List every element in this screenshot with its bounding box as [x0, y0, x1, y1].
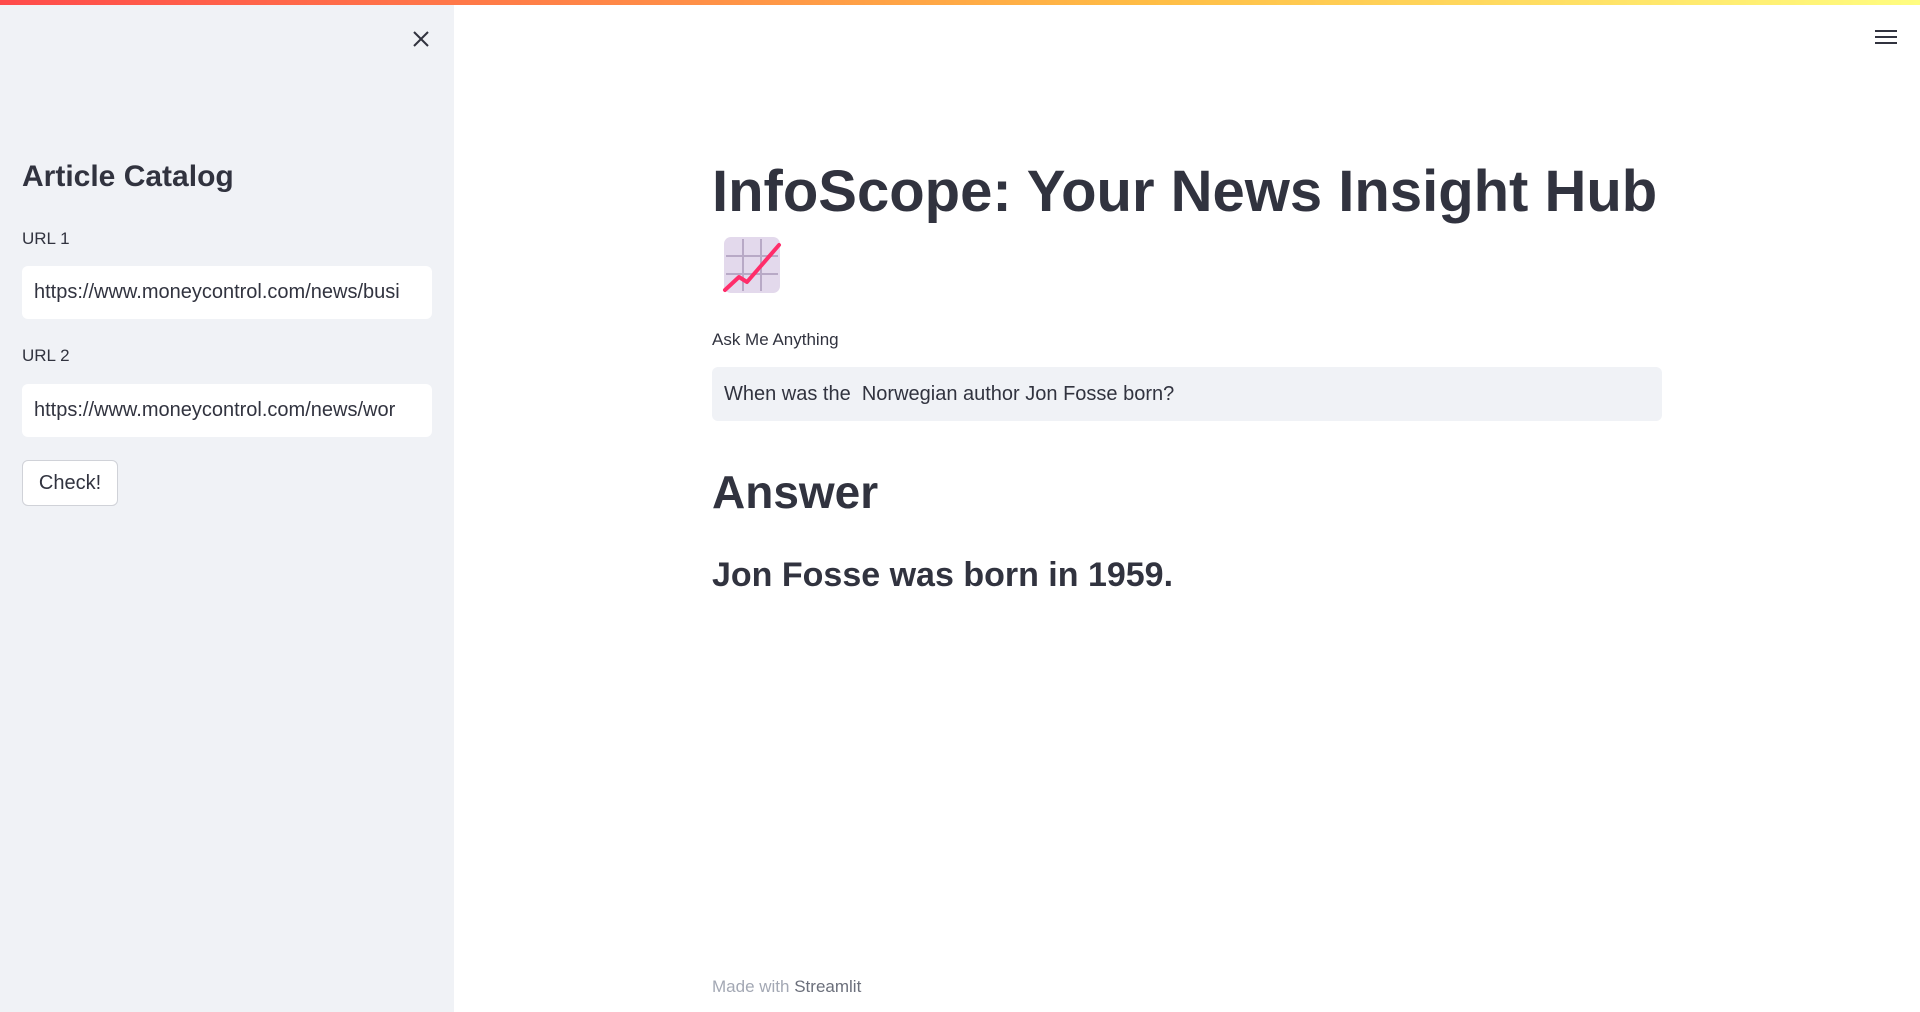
question-input[interactable]: When was the Norwegian author Jon Fosse … — [712, 367, 1662, 421]
footer-prefix: Made with — [712, 977, 790, 996]
hamburger-menu-icon — [1875, 30, 1897, 44]
url1-input[interactable]: https://www.moneycontrol.com/news/busi — [22, 266, 432, 319]
url2-input[interactable]: https://www.moneycontrol.com/news/wor — [22, 384, 432, 437]
chart-increasing-icon — [723, 237, 781, 293]
close-icon — [413, 31, 429, 47]
close-sidebar-button[interactable] — [406, 24, 436, 54]
sidebar: Article Catalog URL 1 https://www.moneyc… — [0, 0, 454, 1012]
url1-value: https://www.moneycontrol.com/news/busi — [34, 281, 400, 303]
question-label: Ask Me Anything — [712, 330, 839, 349]
question-value: When was the Norwegian author Jon Fosse … — [724, 382, 1175, 405]
answer-heading: Answer — [712, 466, 879, 518]
url1-label: URL 1 — [22, 229, 70, 248]
main-menu-button[interactable] — [1870, 22, 1902, 52]
answer-text: Jon Fosse was born in 1959. — [712, 556, 1174, 594]
footer: Made with Streamlit — [712, 977, 861, 997]
url2-label: URL 2 — [22, 346, 70, 365]
check-button[interactable]: Check! — [22, 460, 118, 506]
decoration-bar — [0, 0, 1920, 5]
page-title: InfoScope: Your News Insight Hub — [712, 159, 1658, 224]
sidebar-title: Article Catalog — [22, 160, 234, 193]
url2-value: https://www.moneycontrol.com/news/wor — [34, 399, 396, 421]
streamlit-link[interactable]: Streamlit — [794, 977, 861, 996]
